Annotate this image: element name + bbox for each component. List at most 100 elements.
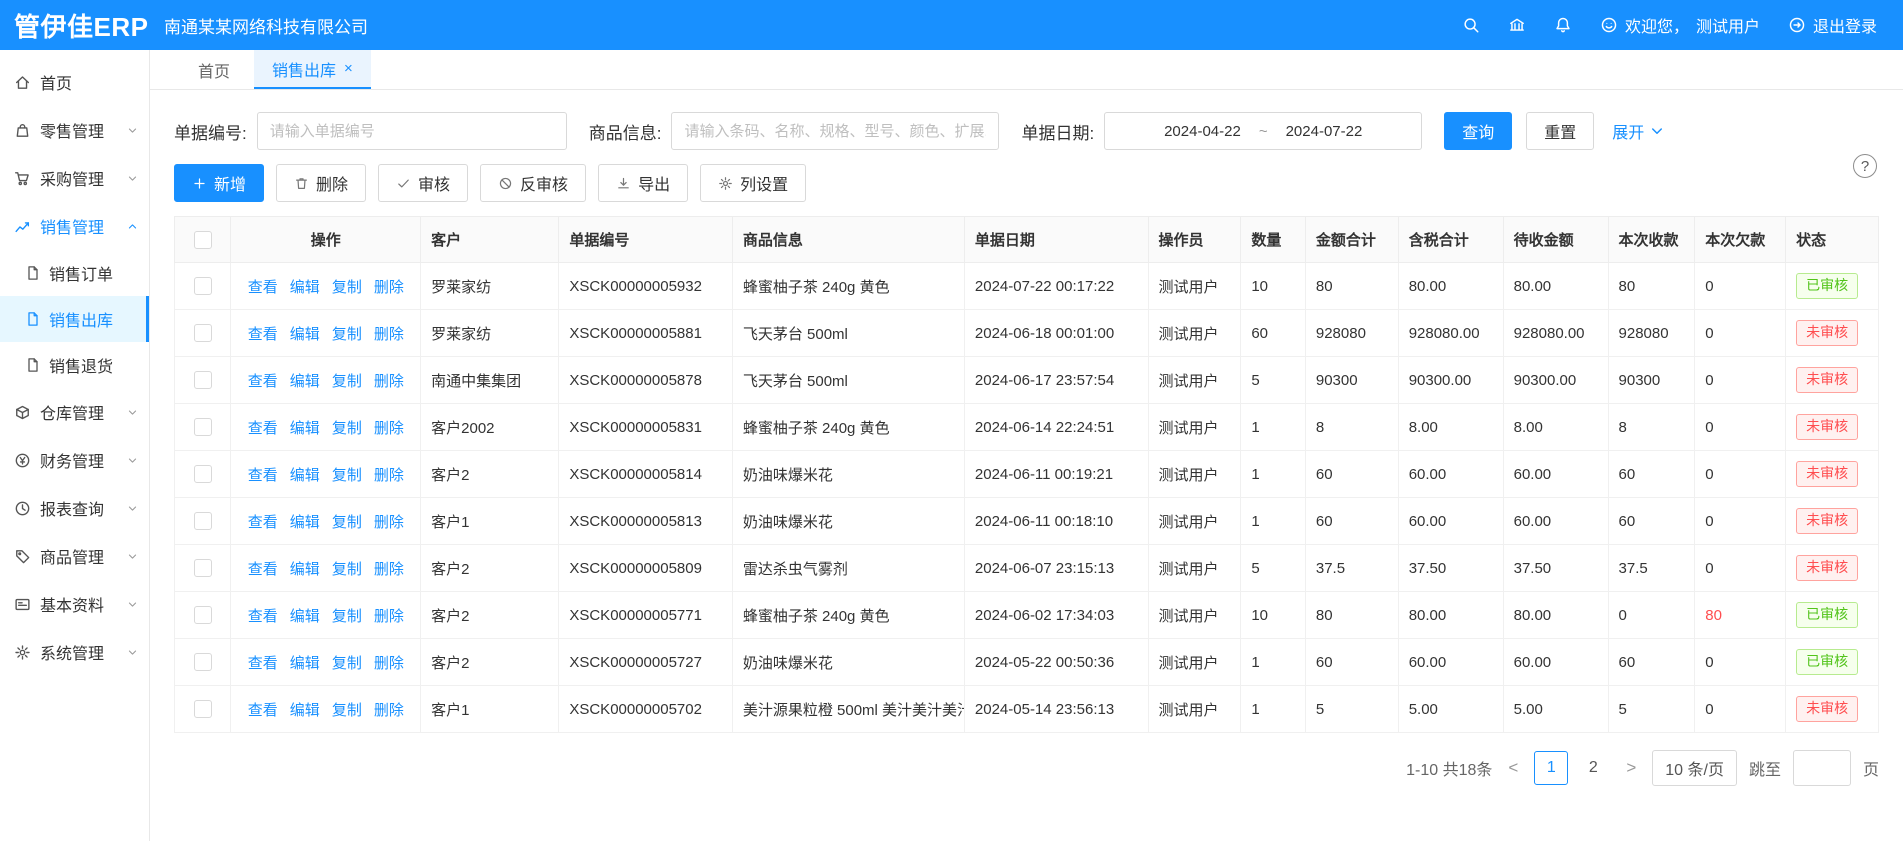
expand-link[interactable]: 展开 xyxy=(1612,119,1666,143)
sidebar-subitem-sales-return[interactable]: 销售退货 xyxy=(0,342,149,388)
row-action-copy[interactable]: 复制 xyxy=(332,420,362,437)
cell-receivable: 928080.00 xyxy=(1503,310,1608,357)
row-action-edit[interactable]: 编辑 xyxy=(290,608,320,625)
row-action-copy[interactable]: 复制 xyxy=(332,561,362,578)
row-action-delete[interactable]: 删除 xyxy=(374,326,404,343)
row-action-view[interactable]: 查看 xyxy=(248,608,278,625)
cell-product: 美汁源果粒橙 500ml 美汁美汁美汁... xyxy=(732,686,964,733)
tab-sales-outbound[interactable]: 销售出库× xyxy=(254,50,371,89)
row-action-view[interactable]: 查看 xyxy=(248,467,278,484)
date-range-picker[interactable]: 2024-04-22 ~ 2024-07-22 xyxy=(1104,112,1422,150)
prev-page-button[interactable]: < xyxy=(1504,758,1522,778)
row-action-edit[interactable]: 编辑 xyxy=(290,420,320,437)
row-action-delete[interactable]: 删除 xyxy=(374,702,404,719)
nav-home-icon[interactable] xyxy=(1508,16,1526,34)
tab-close-icon[interactable]: × xyxy=(344,61,353,76)
cell-receivable: 60.00 xyxy=(1503,498,1608,545)
jump-page-input[interactable] xyxy=(1793,750,1851,786)
row-action-view[interactable]: 查看 xyxy=(248,326,278,343)
sidebar-item-finance[interactable]: 财务管理 xyxy=(0,436,149,484)
row-action-delete[interactable]: 删除 xyxy=(374,373,404,390)
doc-icon xyxy=(25,265,41,281)
row-checkbox[interactable] xyxy=(194,606,212,624)
sidebar-item-sales[interactable]: 销售管理 xyxy=(0,202,149,250)
row-action-delete[interactable]: 删除 xyxy=(374,655,404,672)
row-action-delete[interactable]: 删除 xyxy=(374,514,404,531)
row-action-edit[interactable]: 编辑 xyxy=(290,373,320,390)
tab-home[interactable]: 首页 xyxy=(180,50,248,89)
row-action-edit[interactable]: 编辑 xyxy=(290,514,320,531)
row-action-view[interactable]: 查看 xyxy=(248,561,278,578)
row-checkbox[interactable] xyxy=(194,559,212,577)
unaudit-button[interactable]: 反审核 xyxy=(480,164,586,202)
audit-button[interactable]: 审核 xyxy=(378,164,468,202)
row-action-delete[interactable]: 删除 xyxy=(374,561,404,578)
row-action-delete[interactable]: 删除 xyxy=(374,608,404,625)
search-icon[interactable] xyxy=(1462,16,1480,34)
row-action-edit[interactable]: 编辑 xyxy=(290,326,320,343)
row-checkbox[interactable] xyxy=(194,418,212,436)
row-checkbox[interactable] xyxy=(194,653,212,671)
sidebar-subitem-sales-outbound[interactable]: 销售出库 xyxy=(0,296,149,342)
row-checkbox[interactable] xyxy=(194,277,212,295)
bell-icon[interactable] xyxy=(1554,16,1572,34)
row-action-copy[interactable]: 复制 xyxy=(332,702,362,719)
row-action-edit[interactable]: 编辑 xyxy=(290,702,320,719)
sidebar-item-purchase[interactable]: 采购管理 xyxy=(0,154,149,202)
help-icon[interactable]: ? xyxy=(1853,154,1877,178)
row-action-delete[interactable]: 删除 xyxy=(374,279,404,296)
logout-button[interactable]: 退出登录 xyxy=(1788,13,1877,37)
sidebar-item-retail[interactable]: 零售管理 xyxy=(0,106,149,154)
row-checkbox[interactable] xyxy=(194,512,212,530)
page-size-select[interactable]: 10 条/页 xyxy=(1652,750,1737,786)
add-button[interactable]: 新增 xyxy=(174,164,264,202)
row-action-delete[interactable]: 删除 xyxy=(374,467,404,484)
reset-button[interactable]: 重置 xyxy=(1526,112,1594,150)
product-info-input[interactable] xyxy=(671,112,999,150)
next-page-button[interactable]: > xyxy=(1622,758,1640,778)
row-action-copy[interactable]: 复制 xyxy=(332,514,362,531)
cell-qty: 10 xyxy=(1241,263,1306,310)
row-action-copy[interactable]: 复制 xyxy=(332,373,362,390)
sidebar-item-home[interactable]: 首页 xyxy=(0,58,149,106)
row-action-delete[interactable]: 删除 xyxy=(374,420,404,437)
cell-tax-total: 90300.00 xyxy=(1398,357,1503,404)
row-action-view[interactable]: 查看 xyxy=(248,514,278,531)
search-button[interactable]: 查询 xyxy=(1444,112,1512,150)
sidebar-item-basic-data[interactable]: 基本资料 xyxy=(0,580,149,628)
row-action-edit[interactable]: 编辑 xyxy=(290,279,320,296)
row-action-view[interactable]: 查看 xyxy=(248,279,278,296)
sidebar-item-report[interactable]: 报表查询 xyxy=(0,484,149,532)
date-start-value[interactable]: 2024-04-22 xyxy=(1164,123,1241,140)
sidebar-item-warehouse[interactable]: 仓库管理 xyxy=(0,388,149,436)
delete-button[interactable]: 删除 xyxy=(276,164,366,202)
export-button[interactable]: 导出 xyxy=(598,164,688,202)
page-number-2[interactable]: 2 xyxy=(1576,751,1610,785)
row-action-view[interactable]: 查看 xyxy=(248,420,278,437)
sidebar-item-goods[interactable]: 商品管理 xyxy=(0,532,149,580)
row-action-edit[interactable]: 编辑 xyxy=(290,655,320,672)
cell-receivable: 8.00 xyxy=(1503,404,1608,451)
bill-no-input[interactable] xyxy=(257,112,567,150)
row-checkbox[interactable] xyxy=(194,324,212,342)
row-checkbox[interactable] xyxy=(194,371,212,389)
row-action-edit[interactable]: 编辑 xyxy=(290,561,320,578)
table-header-row: 操作客户单据编号商品信息单据日期操作员数量金额合计含税合计待收金额本次收款本次欠… xyxy=(175,217,1879,263)
page-number-1[interactable]: 1 xyxy=(1534,751,1568,785)
row-checkbox[interactable] xyxy=(194,700,212,718)
row-checkbox[interactable] xyxy=(194,465,212,483)
row-action-view[interactable]: 查看 xyxy=(248,702,278,719)
row-action-copy[interactable]: 复制 xyxy=(332,326,362,343)
row-action-copy[interactable]: 复制 xyxy=(332,467,362,484)
column-settings-button[interactable]: 列设置 xyxy=(700,164,806,202)
select-all-checkbox[interactable] xyxy=(194,231,212,249)
sidebar-subitem-sales-order[interactable]: 销售订单 xyxy=(0,250,149,296)
row-action-view[interactable]: 查看 xyxy=(248,373,278,390)
date-end-value[interactable]: 2024-07-22 xyxy=(1286,123,1363,140)
row-action-copy[interactable]: 复制 xyxy=(332,608,362,625)
row-action-copy[interactable]: 复制 xyxy=(332,655,362,672)
sidebar-item-system[interactable]: 系统管理 xyxy=(0,628,149,676)
row-action-edit[interactable]: 编辑 xyxy=(290,467,320,484)
row-action-copy[interactable]: 复制 xyxy=(332,279,362,296)
row-action-view[interactable]: 查看 xyxy=(248,655,278,672)
